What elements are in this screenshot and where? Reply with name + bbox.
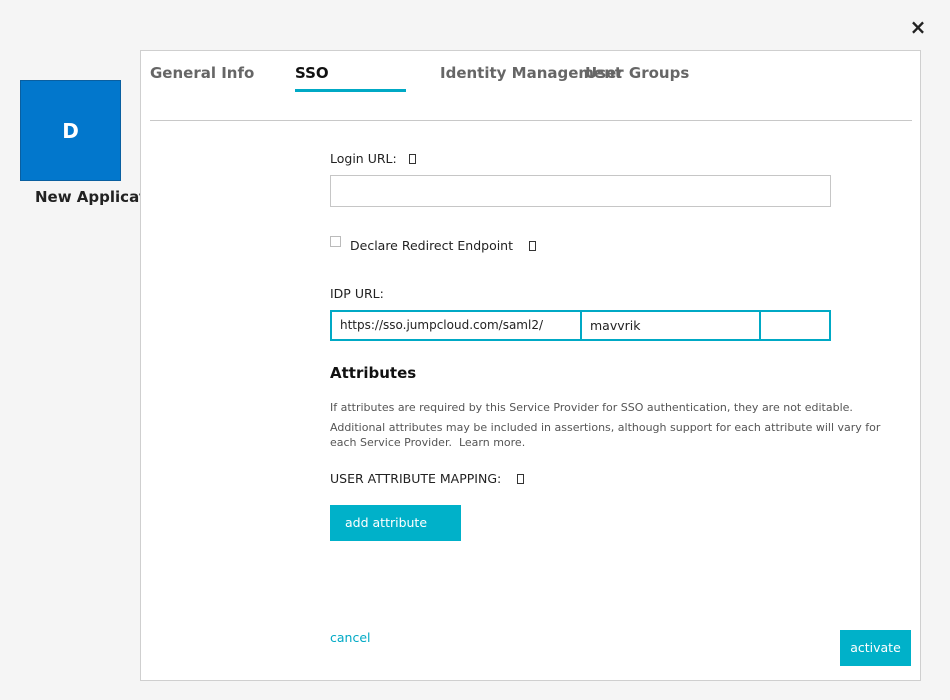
info-icon[interactable]	[517, 474, 525, 484]
attributes-note-required: If attributes are required by this Servi…	[330, 401, 853, 414]
login-url-label: Login URL:	[330, 151, 397, 166]
info-icon[interactable]	[408, 154, 416, 164]
mapping-label-row: USER ATTRIBUTE MAPPING:	[330, 471, 525, 486]
declare-redirect-label-row: Declare Redirect Endpoint	[350, 238, 537, 253]
tab-user-groups[interactable]: User Groups	[585, 64, 689, 92]
activate-button[interactable]: activate	[840, 630, 911, 666]
attributes-note-text: Additional attributes may be included in…	[330, 421, 881, 449]
app-icon-tile: D	[20, 80, 121, 181]
login-url-label-row: Login URL:	[330, 151, 416, 166]
idp-url-label: IDP URL:	[330, 286, 384, 301]
close-icon[interactable]: ×	[908, 16, 928, 38]
idp-url-suffix-field	[759, 310, 831, 341]
learn-more-link[interactable]: Learn more.	[459, 436, 525, 449]
app-name: New Application	[35, 188, 141, 206]
attributes-heading: Attributes	[330, 364, 417, 382]
active-tab-indicator	[295, 89, 406, 92]
app-initial: D	[62, 118, 79, 143]
config-panel: General Info SSO Identity Management Use…	[140, 50, 921, 681]
login-url-input[interactable]	[330, 175, 831, 207]
user-attribute-mapping-label: USER ATTRIBUTE MAPPING:	[330, 471, 502, 486]
attributes-note-additional: Additional attributes may be included in…	[330, 420, 890, 450]
idp-url-prefix-field: https://sso.jumpcloud.com/saml2/	[330, 310, 582, 341]
declare-redirect-checkbox[interactable]	[330, 236, 341, 247]
idp-url-slug-input[interactable]: mavvrik	[580, 310, 761, 341]
tab-sso[interactable]: SSO	[295, 64, 329, 92]
add-attribute-button[interactable]: add attribute	[330, 505, 461, 541]
tab-general-info[interactable]: General Info	[150, 64, 254, 92]
info-icon[interactable]	[529, 241, 537, 251]
cancel-link[interactable]: cancel	[330, 630, 371, 645]
tab-divider	[150, 120, 912, 121]
declare-redirect-label: Declare Redirect Endpoint	[350, 238, 514, 253]
